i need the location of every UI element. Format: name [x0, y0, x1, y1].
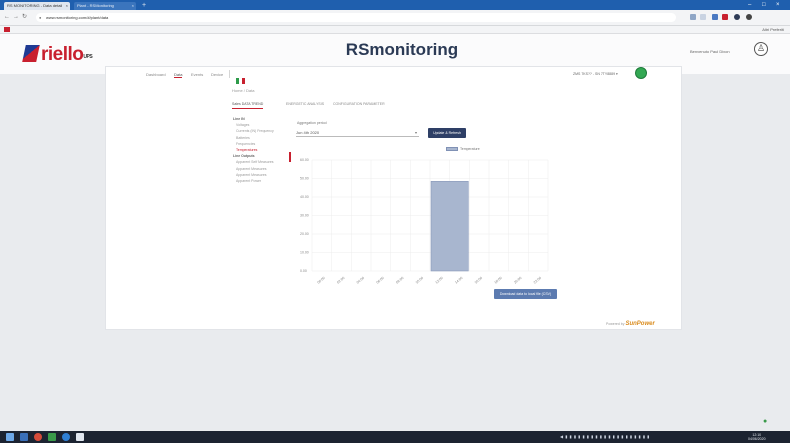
bookmark-icon[interactable]: [4, 27, 10, 32]
x-tick-label: 14:00: [454, 276, 463, 285]
chrome-icon[interactable]: [34, 433, 42, 441]
period-select-value: Jun 4th 2020: [296, 130, 320, 135]
y-tick-label: 20.00: [300, 232, 309, 236]
x-tick-label: 02:00: [336, 276, 345, 285]
lock-icon: ●: [39, 15, 42, 20]
menu-icon[interactable]: [746, 14, 752, 20]
start-icon[interactable]: [6, 433, 14, 441]
powered-by: Powered by SunPower: [606, 321, 655, 327]
y-tick-label: 10.00: [300, 251, 309, 255]
user-avatar-icon[interactable]: ♙: [754, 42, 768, 56]
language-flag-icon[interactable]: [236, 71, 245, 84]
other-bookmarks[interactable]: Altri Preferiti: [762, 26, 784, 34]
app-icon[interactable]: [48, 433, 56, 441]
address-bar[interactable]: ● www.rsmonitoring.com/#/plant/data: [36, 13, 676, 22]
bookmarks-bar: Altri Preferiti: [0, 26, 790, 34]
extension-icon[interactable]: [700, 14, 706, 20]
y-tick-label: 60.00: [300, 158, 309, 162]
x-tick-label: 18:00: [494, 276, 503, 285]
close-tab-icon[interactable]: ×: [132, 2, 134, 10]
nav-dashboard[interactable]: Dashboard: [146, 72, 166, 77]
sidebar-item[interactable]: Voltages: [236, 123, 249, 127]
sidebar-item[interactable]: Apparent Self Measures: [236, 160, 274, 164]
nav-data[interactable]: Data: [174, 72, 183, 78]
logo-text: riello: [41, 44, 84, 65]
app-icon[interactable]: [62, 433, 70, 441]
maximize-button[interactable]: □: [762, 1, 766, 9]
powered-by-brand: SunPower: [625, 321, 655, 327]
x-tick-label: 22:00: [533, 276, 542, 285]
tab-title: Plant - RSMonitoring: [77, 3, 114, 8]
x-tick-label: 08:00: [395, 276, 404, 285]
extension-icon[interactable]: [712, 14, 718, 20]
device-selector[interactable]: ZMS 7KS?? - SN 7TY8889 ▾: [573, 72, 618, 76]
tab-energetic-analysis[interactable]: ENERGETIC ANALYSIS: [286, 102, 324, 106]
tab-configuration-parameter[interactable]: CONFIGURATION PARAMETER: [333, 102, 385, 106]
y-tick-label: 0.00: [300, 269, 307, 273]
update-button[interactable]: Update & Refresh: [428, 128, 466, 138]
profile-icon[interactable]: [734, 14, 740, 20]
close-tab-icon[interactable]: ×: [66, 2, 68, 10]
page-title: RSmonitoring: [345, 40, 459, 59]
x-tick-label: 00:00: [317, 276, 326, 285]
minimize-button[interactable]: –: [748, 1, 751, 9]
tab-data-trend[interactable]: Sales DATA TREND: [232, 102, 264, 109]
close-window-button[interactable]: ×: [776, 1, 780, 9]
sidebar-item[interactable]: Temperatures: [236, 148, 257, 152]
y-tick-label: 40.00: [300, 195, 309, 199]
browser-titlebar: RS MONITORING - Data detail × Plant - RS…: [0, 0, 790, 10]
aggregation-label: Aggregation period: [297, 121, 327, 125]
taskbar-clock[interactable]: 12:10 04/06/2020: [748, 433, 766, 441]
export-button[interactable]: Download data to local file (CSV): [494, 289, 557, 299]
nav-device[interactable]: Device: [211, 72, 223, 77]
sidebar-item[interactable]: Apparent Measures: [236, 173, 267, 177]
sidebar-group-heading: Line Outputs: [233, 154, 255, 159]
browser-tab-inactive[interactable]: Plant - RSMonitoring ×: [74, 2, 136, 10]
system-tray[interactable]: ◀ ▮ ▮ ▮ ▮ ▮ ▮ ▮ ▮ ▮ ▮ ▮ ▮ ▮ ▮ ▮ ▮ ▮ ▮ ▮ …: [560, 434, 650, 439]
search-icon[interactable]: [20, 433, 28, 441]
riello-logo[interactable]: rielloUPS: [22, 44, 93, 66]
device-status-icon: [635, 67, 647, 79]
sidebar-item[interactable]: Apparent Power: [236, 179, 261, 183]
nav-divider: [229, 70, 230, 78]
forward-icon[interactable]: →: [13, 13, 19, 21]
x-tick-label: 20:00: [513, 276, 522, 285]
reload-icon[interactable]: ↻: [22, 13, 27, 21]
extension-icon[interactable]: [690, 14, 696, 20]
x-tick-label: 04:00: [356, 276, 365, 285]
x-tick-label: 12:00: [435, 276, 444, 285]
help-icon[interactable]: ●: [763, 418, 767, 425]
sidebar-item[interactable]: Frequencies: [236, 142, 255, 146]
powered-by-label: Powered by: [606, 322, 625, 326]
browser-tab-active[interactable]: RS MONITORING - Data detail ×: [4, 2, 70, 10]
back-icon[interactable]: ←: [4, 13, 10, 21]
x-tick-label: 10:00: [415, 276, 424, 285]
clock-date: 04/06/2020: [748, 437, 766, 441]
app-icon[interactable]: [76, 433, 84, 441]
logo-subtext: UPS: [83, 54, 93, 60]
taskbar: ◀ ▮ ▮ ▮ ▮ ▮ ▮ ▮ ▮ ▮ ▮ ▮ ▮ ▮ ▮ ▮ ▮ ▮ ▮ ▮ …: [0, 431, 790, 443]
sidebar-item[interactable]: Batteries: [236, 136, 250, 140]
x-tick-label: 16:00: [474, 276, 483, 285]
chart-bar: [430, 181, 469, 272]
url-text: www.rsmonitoring.com/#/plant/data: [46, 15, 109, 20]
sidebar-group-heading: Line IN: [233, 117, 245, 121]
sidebar-item[interactable]: Apparent Measures: [236, 167, 267, 171]
extension-icon[interactable]: [722, 14, 728, 20]
user-greeting: Benvenuto Paul Dixon: [690, 49, 730, 54]
browser-toolbar: ← → ↻ ● www.rsmonitoring.com/#/plant/dat…: [0, 10, 790, 26]
new-tab-button[interactable]: +: [140, 2, 148, 9]
y-tick-label: 50.00: [300, 177, 309, 181]
x-tick-label: 06:00: [376, 276, 385, 285]
nav-events[interactable]: Events: [191, 72, 203, 77]
breadcrumb: Home / Data: [232, 88, 255, 93]
period-select[interactable]: Jun 4th 2020 ▾: [296, 129, 419, 137]
tab-title: RS MONITORING - Data detail: [7, 3, 63, 8]
sidebar-item[interactable]: Currents (IN) Frequency: [236, 129, 274, 133]
temperature-chart: 60.00 50.00 40.00 30.00 20.00 10.00 0.00 00:00 0…: [300, 158, 549, 285]
y-tick-label: 30.00: [300, 214, 309, 218]
riello-logo-mark-icon: [22, 45, 40, 62]
chevron-down-icon: ▾: [414, 130, 417, 135]
